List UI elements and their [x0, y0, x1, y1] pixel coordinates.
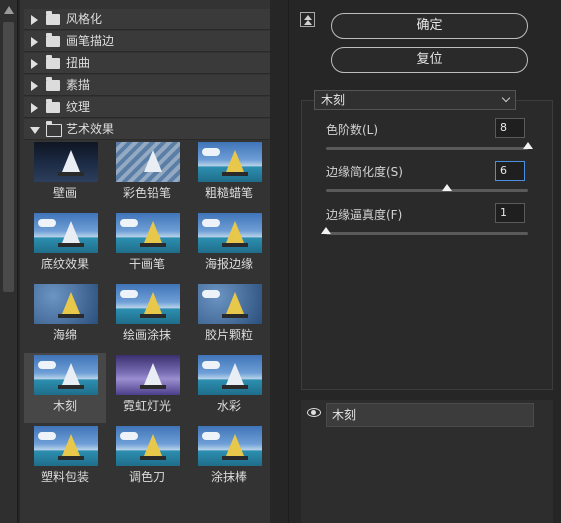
- filter-underpainting[interactable]: 底纹效果: [24, 211, 106, 281]
- filter-label: 海报边缘: [204, 257, 253, 271]
- levels-slider-thumb[interactable]: [523, 142, 533, 149]
- category-label: 画笔描边: [66, 34, 115, 48]
- filter-label: 绘画涂抹: [122, 328, 171, 342]
- expand-arrow-icon: [31, 59, 38, 69]
- filter-colored-pencil[interactable]: 彩色铅笔: [106, 140, 188, 210]
- category-sketch[interactable]: 素描: [24, 75, 270, 96]
- ok-button[interactable]: 确定: [331, 13, 528, 39]
- filter-thumbnail: [198, 284, 262, 324]
- folder-icon: [46, 99, 60, 113]
- category-texture[interactable]: 纹理: [24, 97, 270, 118]
- filter-thumbnail: [34, 213, 98, 253]
- edge-fidelity-slider-thumb[interactable]: [321, 227, 331, 234]
- filter-label: 粗糙蜡笔: [204, 186, 253, 200]
- folder-icon: [46, 11, 60, 25]
- param-label-edge-simplicity: 边缘简化度(S): [326, 165, 403, 179]
- filter-thumbnail: [116, 355, 180, 395]
- filter-label: 胶片颗粒: [204, 328, 253, 342]
- filter-label: 木刻: [52, 399, 77, 413]
- collapse-arrow-icon: [30, 127, 40, 134]
- filter-cutout[interactable]: 木刻: [24, 353, 106, 423]
- category-label: 纹理: [66, 100, 91, 114]
- edge-fidelity-slider-track[interactable]: [326, 232, 528, 235]
- filter-label: 霓虹灯光: [122, 399, 171, 413]
- edge-simplicity-slider-track[interactable]: [326, 189, 528, 192]
- filter-thumbnail: [198, 213, 262, 253]
- filter-watercolor[interactable]: 水彩: [188, 353, 270, 423]
- category-distort[interactable]: 扭曲: [24, 53, 270, 74]
- filter-thumbnail: [116, 142, 180, 182]
- edge-simplicity-input[interactable]: 6: [495, 161, 525, 181]
- filter-rough-pastels[interactable]: 粗糙蜡笔: [188, 140, 270, 210]
- selected-filter-value: 木刻: [321, 93, 346, 107]
- filter-label: 调色刀: [128, 470, 165, 484]
- param-label-edge-fidelity: 边缘逼真度(F): [326, 208, 403, 222]
- scrollbar-thumb[interactable]: [3, 22, 14, 292]
- filter-thumbnail: [34, 426, 98, 466]
- filter-label: 底纹效果: [40, 257, 89, 271]
- param-label-levels: 色阶数(L): [326, 123, 379, 137]
- filter-label: 壁画: [52, 186, 77, 200]
- filter-smudge-stick[interactable]: 涂抹棒: [188, 424, 270, 494]
- filter-settings-box: [301, 100, 553, 390]
- chevron-down-icon: [501, 93, 511, 103]
- filter-thumbnail: [34, 355, 98, 395]
- open-folder-icon: [46, 121, 62, 137]
- filter-dry-brush[interactable]: 干画笔: [106, 211, 188, 281]
- expand-arrow-icon: [31, 103, 38, 113]
- category-label: 素描: [66, 78, 91, 92]
- reset-button[interactable]: 复位: [331, 47, 528, 73]
- filter-sponge[interactable]: 海绵: [24, 282, 106, 352]
- filter-neon-glow[interactable]: 霓虹灯光: [106, 353, 188, 423]
- filter-thumbnail: [116, 213, 180, 253]
- category-artistic[interactable]: 艺术效果: [24, 119, 270, 140]
- filter-poster-edges[interactable]: 海报边缘: [188, 211, 270, 281]
- chevron-up-icon: [304, 20, 312, 25]
- folder-icon: [46, 33, 60, 47]
- folder-icon: [46, 77, 60, 91]
- expand-arrow-icon: [31, 81, 38, 91]
- filter-plastic-wrap[interactable]: 塑料包装: [24, 424, 106, 494]
- filter-thumbnail: [198, 426, 262, 466]
- filter-gallery-scrollbar[interactable]: [0, 0, 18, 523]
- filter-thumbnail: [34, 284, 98, 324]
- filter-label: 塑料包装: [40, 470, 89, 484]
- collapse-gallery-button[interactable]: [300, 12, 315, 27]
- category-label: 艺术效果: [66, 122, 115, 136]
- levels-slider-track[interactable]: [326, 147, 528, 150]
- folder-icon: [46, 55, 60, 69]
- filter-thumbnail: [116, 426, 180, 466]
- edge-simplicity-slider-thumb[interactable]: [442, 184, 453, 191]
- filter-thumbnail: [116, 284, 180, 324]
- filter-label: 干画笔: [128, 257, 165, 271]
- category-stylize[interactable]: 风格化: [24, 9, 270, 30]
- filter-film-grain[interactable]: 胶片颗粒: [188, 282, 270, 352]
- filter-label: 水彩: [216, 399, 241, 413]
- filter-thumbnail: [34, 142, 98, 182]
- category-brush-strokes[interactable]: 画笔描边: [24, 31, 270, 52]
- scroll-up-icon[interactable]: [4, 6, 14, 14]
- eye-visibility-icon[interactable]: [307, 408, 321, 417]
- filter-thumbnail: [198, 355, 262, 395]
- filter-label: 彩色铅笔: [122, 186, 171, 200]
- category-label: 扭曲: [66, 56, 91, 70]
- edge-fidelity-input[interactable]: 1: [495, 203, 525, 223]
- levels-input[interactable]: 8: [495, 118, 525, 138]
- effect-layer-item[interactable]: 木刻: [326, 403, 534, 427]
- expand-arrow-icon: [31, 37, 38, 47]
- expand-arrow-icon: [31, 15, 38, 25]
- filter-paint-daubs[interactable]: 绘画涂抹: [106, 282, 188, 352]
- category-label: 风格化: [66, 12, 103, 26]
- filter-label: 海绵: [52, 328, 77, 342]
- filter-fresco[interactable]: 壁画: [24, 140, 106, 210]
- filter-select-dropdown[interactable]: 木刻: [314, 90, 516, 110]
- filter-palette-knife[interactable]: 调色刀: [106, 424, 188, 494]
- filter-thumbnail: [198, 142, 262, 182]
- filter-label: 涂抹棒: [210, 470, 247, 484]
